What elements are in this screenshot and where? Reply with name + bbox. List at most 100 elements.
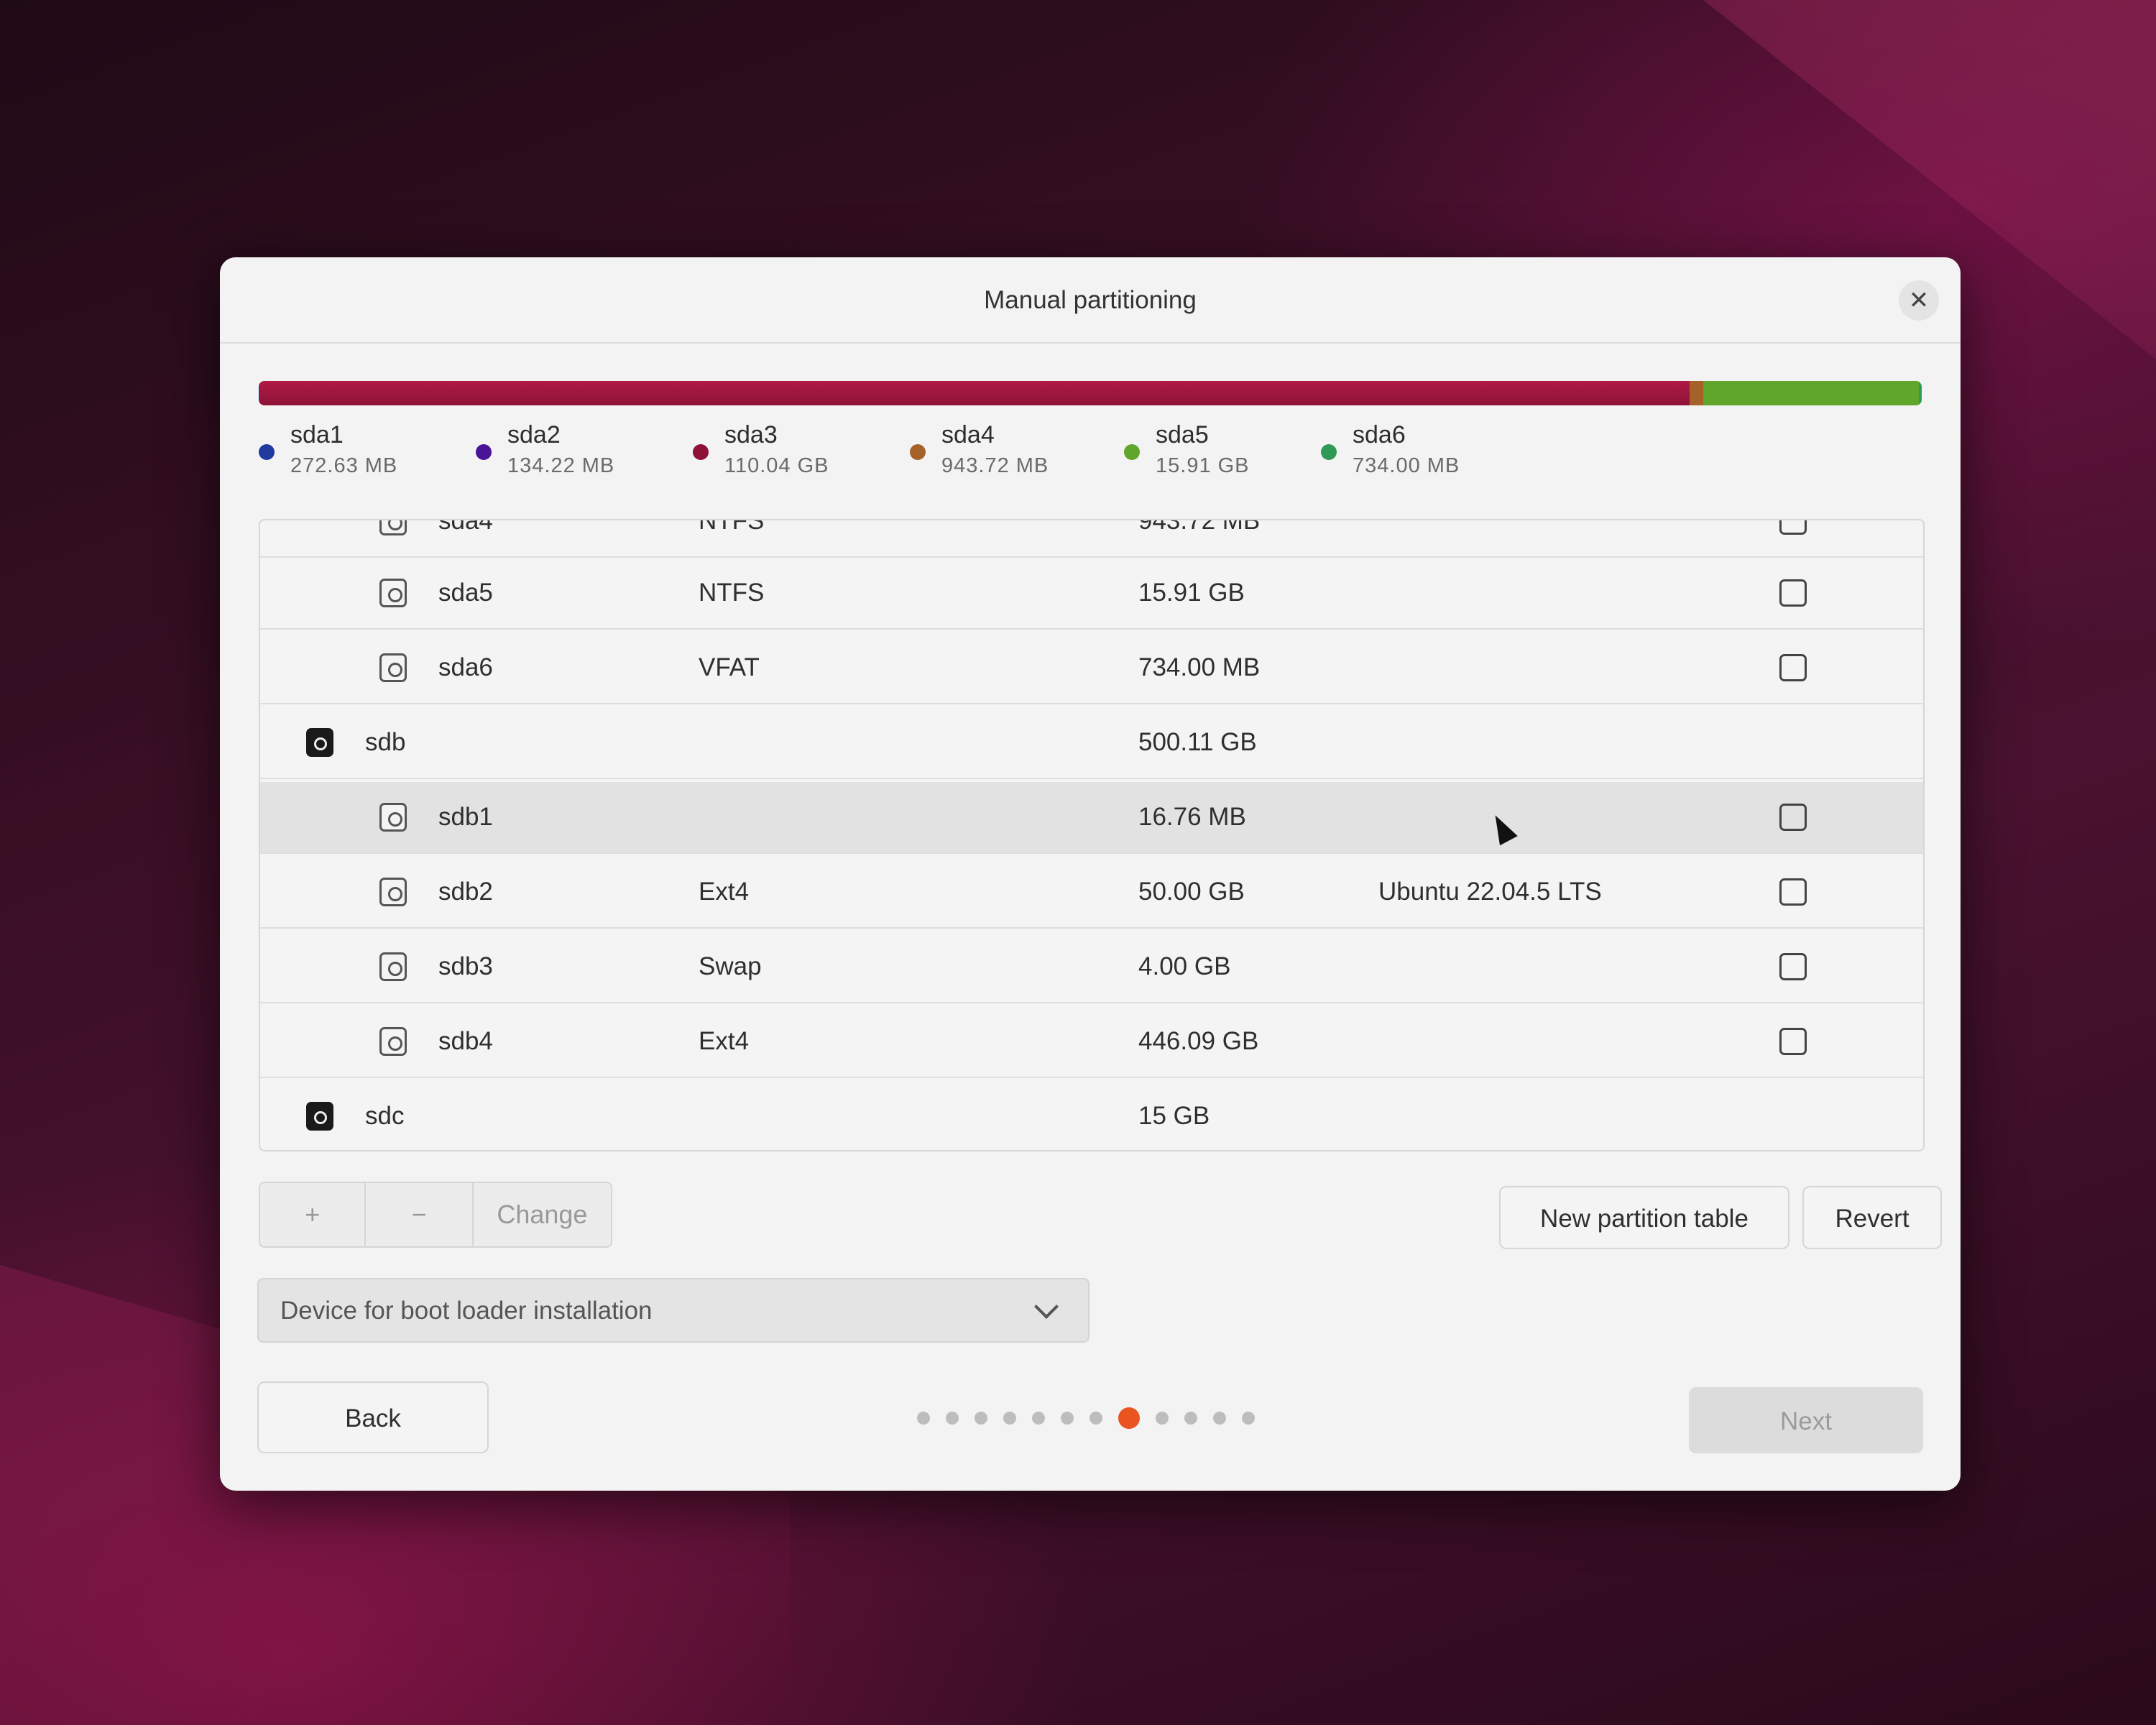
legend-name: sda6 bbox=[1353, 421, 1406, 448]
title-bar: Manual partitioning ✕ bbox=[220, 257, 1961, 344]
new-partition-table-button[interactable]: New partition table bbox=[1499, 1186, 1789, 1249]
legend-color-dot bbox=[910, 444, 926, 460]
pager-dot bbox=[917, 1412, 930, 1425]
format-checkbox[interactable] bbox=[1779, 804, 1807, 831]
revert-button[interactable]: Revert bbox=[1802, 1186, 1942, 1249]
disk-drive-icon bbox=[306, 1102, 333, 1131]
add-partition-button[interactable]: + bbox=[260, 1183, 367, 1246]
partition-size: 446.09 GB bbox=[1138, 1027, 1259, 1055]
partition-row-sda4[interactable]: sda4 NTFS 943.72 MB bbox=[260, 519, 1923, 558]
partition-icon bbox=[379, 520, 407, 535]
partition-legend: sda1 272.63 MB sda2 134.22 MB sda3 110.04 GB s… bbox=[259, 421, 1926, 500]
partition-row-sdb2[interactable]: sdb2 Ext4 50.00 GB Ubuntu 22.04.5 LTS bbox=[260, 857, 1923, 929]
partition-size: 943.72 MB bbox=[1138, 519, 1261, 535]
partition-icon bbox=[379, 878, 407, 906]
legend-name: sda2 bbox=[507, 421, 561, 448]
partition-table[interactable]: sda4 NTFS 943.72 MB sda5 NTFS 15.91 GB sda6 VFA… bbox=[259, 519, 1925, 1151]
pager-dot bbox=[975, 1412, 987, 1425]
legend-size: 134.22 MB bbox=[507, 454, 615, 477]
back-button[interactable]: Back bbox=[257, 1381, 489, 1453]
pager-dot bbox=[1242, 1412, 1255, 1425]
usage-segment-sda6 bbox=[1919, 381, 1922, 405]
chevron-down-icon bbox=[1034, 1294, 1059, 1319]
filesystem-type: NTFS bbox=[699, 519, 765, 535]
format-checkbox[interactable] bbox=[1779, 579, 1807, 607]
device-name: sdb4 bbox=[438, 1027, 493, 1055]
partition-size: 500.11 GB bbox=[1138, 728, 1257, 756]
filesystem-type: Ext4 bbox=[699, 878, 750, 906]
partition-size: 4.00 GB bbox=[1138, 952, 1231, 980]
partition-row-sdb[interactable]: sdb 500.11 GB bbox=[260, 707, 1923, 779]
format-checkbox[interactable] bbox=[1779, 1028, 1807, 1055]
partition-icon bbox=[379, 1027, 407, 1056]
close-icon: ✕ bbox=[1908, 287, 1930, 314]
pager-dot bbox=[946, 1412, 959, 1425]
partition-row-sdc[interactable]: sdc 15 GB bbox=[260, 1081, 1923, 1150]
pager-dot bbox=[1213, 1412, 1226, 1425]
device-name: sdb1 bbox=[438, 803, 493, 831]
partition-icon bbox=[379, 653, 407, 682]
pager-dot bbox=[1089, 1412, 1102, 1425]
device-name: sda4 bbox=[438, 519, 493, 535]
bootloader-device-label: Device for boot loader installation bbox=[280, 1297, 653, 1325]
pager-dot bbox=[1156, 1412, 1169, 1425]
format-checkbox[interactable] bbox=[1779, 878, 1807, 906]
filesystem-type: VFAT bbox=[699, 653, 760, 681]
partition-icon bbox=[379, 579, 407, 607]
bootloader-device-dropdown[interactable]: Device for boot loader installation bbox=[257, 1278, 1089, 1343]
partition-icon bbox=[379, 803, 407, 832]
legend-size: 734.00 MB bbox=[1353, 454, 1460, 477]
pager-dot bbox=[1184, 1412, 1197, 1425]
remove-partition-button[interactable]: − bbox=[366, 1183, 474, 1246]
device-name: sda6 bbox=[438, 653, 493, 681]
device-name: sdb3 bbox=[438, 952, 493, 980]
format-checkbox[interactable] bbox=[1779, 953, 1807, 980]
partition-toolbar: + − Change bbox=[259, 1182, 612, 1248]
device-name: sda5 bbox=[438, 579, 493, 607]
legend-color-dot bbox=[259, 444, 275, 460]
legend-color-dot bbox=[476, 444, 492, 460]
usage-segment-sda4 bbox=[1690, 381, 1703, 405]
filesystem-type: Swap bbox=[699, 952, 762, 980]
partition-size: 16.76 MB bbox=[1138, 803, 1246, 831]
partition-row-sdb3[interactable]: sdb3 Swap 4.00 GB bbox=[260, 932, 1923, 1003]
partition-size: 734.00 MB bbox=[1138, 653, 1261, 681]
dialog-title: Manual partitioning bbox=[984, 286, 1197, 314]
device-name: sdb2 bbox=[438, 878, 493, 906]
legend-name: sda4 bbox=[941, 421, 995, 448]
legend-color-dot bbox=[693, 444, 709, 460]
legend-size: 110.04 GB bbox=[724, 454, 829, 477]
partition-row-sdb1[interactable]: sdb1 16.76 MB bbox=[260, 782, 1923, 854]
change-partition-button[interactable]: Change bbox=[474, 1183, 611, 1246]
partition-row-sda5[interactable]: sda5 NTFS 15.91 GB bbox=[260, 558, 1923, 630]
pager-dot bbox=[1003, 1412, 1016, 1425]
format-checkbox[interactable] bbox=[1779, 520, 1807, 535]
device-name: sdc bbox=[365, 1102, 405, 1130]
pager-dot bbox=[1061, 1412, 1074, 1425]
partition-row-sdb4[interactable]: sdb4 Ext4 446.09 GB bbox=[260, 1006, 1923, 1078]
partition-size: 50.00 GB bbox=[1138, 878, 1245, 906]
usage-segment-sda5 bbox=[1703, 381, 1920, 405]
partition-row-sda6[interactable]: sda6 VFAT 734.00 MB bbox=[260, 632, 1923, 704]
legend-color-dot bbox=[1321, 444, 1337, 460]
next-button[interactable]: Next bbox=[1689, 1387, 1923, 1453]
filesystem-type: Ext4 bbox=[699, 1027, 750, 1055]
legend-size: 272.63 MB bbox=[290, 454, 398, 477]
legend-size: 15.91 GB bbox=[1156, 454, 1250, 477]
legend-color-dot bbox=[1124, 444, 1140, 460]
legend-size: 943.72 MB bbox=[941, 454, 1049, 477]
partition-size: 15.91 GB bbox=[1138, 579, 1245, 607]
close-button[interactable]: ✕ bbox=[1899, 280, 1939, 321]
installed-system: Ubuntu 22.04.5 LTS bbox=[1378, 878, 1602, 906]
legend-name: sda3 bbox=[724, 421, 778, 448]
device-name: sdb bbox=[365, 728, 406, 756]
pager-dot bbox=[1032, 1412, 1045, 1425]
usage-segment-sda3 bbox=[259, 381, 1690, 405]
partition-icon bbox=[379, 952, 407, 981]
filesystem-type: NTFS bbox=[699, 579, 765, 607]
pager-dot-current bbox=[1118, 1407, 1140, 1429]
manual-partitioning-dialog: Manual partitioning ✕ sda1 272.63 MB sda2 1… bbox=[220, 257, 1961, 1491]
partition-size: 15 GB bbox=[1138, 1102, 1210, 1130]
format-checkbox[interactable] bbox=[1779, 654, 1807, 681]
disk-drive-icon bbox=[306, 728, 333, 757]
